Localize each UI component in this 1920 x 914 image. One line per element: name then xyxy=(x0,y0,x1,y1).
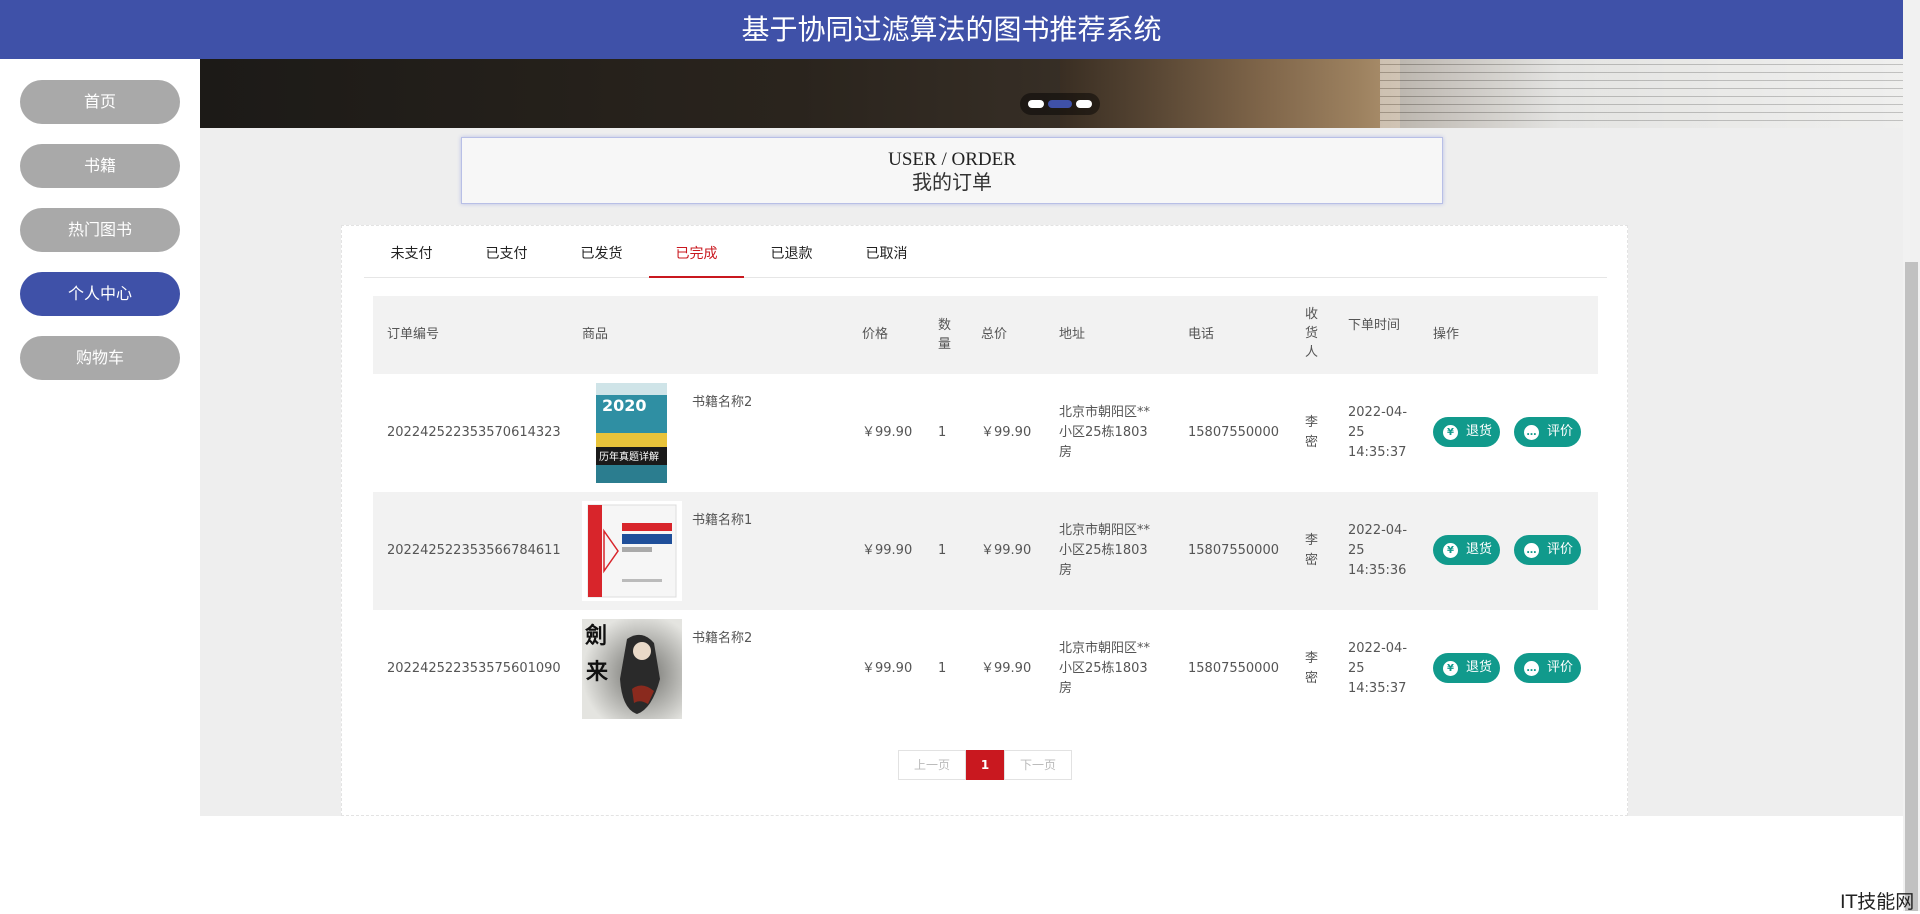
watermark-text: IT技能网 xyxy=(1840,891,1915,913)
app-header: 基于协同过滤算法的图书推荐系统 xyxy=(0,0,1903,59)
refund-label: 退货 xyxy=(1466,660,1493,675)
sidebar-item-hot-books[interactable]: 热门图书 xyxy=(20,208,180,252)
book-name[interactable]: 书籍名称2 xyxy=(692,629,752,649)
yen-icon: ¥ xyxy=(1443,425,1458,440)
order-panel: 未支付 已支付 已发货 已完成 已退款 已取消 订单编号 商品 价格 数量 总价… xyxy=(341,225,1628,816)
yen-icon: ¥ xyxy=(1443,543,1458,558)
review-label: 评价 xyxy=(1547,424,1574,439)
unit-price: ￥99.90 xyxy=(862,661,913,676)
header-receiver: 收货人 xyxy=(1305,307,1319,360)
scrollbar-thumb[interactable] xyxy=(1905,262,1918,911)
receiver-name: 李密 xyxy=(1305,415,1319,450)
next-page-button[interactable]: 下一页 xyxy=(1004,750,1072,780)
phone-number: 15807550000 xyxy=(1188,543,1279,558)
svg-text:历年真题详解: 历年真题详解 xyxy=(599,450,659,463)
page-title-en: USER / ORDER xyxy=(888,149,1016,170)
order-status-tabs: 未支付 已支付 已发货 已完成 已退款 已取消 xyxy=(364,238,1607,278)
review-label: 评价 xyxy=(1547,660,1574,675)
book-name[interactable]: 书籍名称1 xyxy=(692,511,752,531)
header-order-time: 下单时间 xyxy=(1348,318,1401,333)
chat-bubble-icon: … xyxy=(1524,543,1539,558)
receiver-name: 李密 xyxy=(1305,651,1319,686)
sidebar-item-books[interactable]: 书籍 xyxy=(20,144,180,188)
tab-paid[interactable]: 已支付 xyxy=(459,238,554,278)
receiver-name: 李密 xyxy=(1305,533,1319,568)
sidebar: 首页 书籍 热门图书 个人中心 购物车 xyxy=(0,59,200,911)
shipping-address: 北京市朝阳区**小区25栋1803房 xyxy=(1059,641,1151,696)
svg-text:劍: 劍 xyxy=(584,623,607,649)
chat-bubble-icon: … xyxy=(1524,661,1539,676)
total-price: ￥99.90 xyxy=(981,661,1032,676)
total-price: ￥99.90 xyxy=(981,425,1032,440)
tab-unpaid[interactable]: 未支付 xyxy=(364,238,459,278)
quantity: 1 xyxy=(938,543,947,558)
review-button[interactable]: … 评价 xyxy=(1514,417,1581,447)
header-qty: 数量 xyxy=(938,318,952,352)
yen-icon: ¥ xyxy=(1443,661,1458,676)
tab-completed[interactable]: 已完成 xyxy=(649,238,744,278)
carousel-dot-1[interactable] xyxy=(1028,100,1044,108)
shipping-address: 北京市朝阳区**小区25栋1803房 xyxy=(1059,405,1151,460)
book-cover-image[interactable]: 劍 来 xyxy=(582,619,682,719)
tab-refunded[interactable]: 已退款 xyxy=(744,238,839,278)
prev-page-button[interactable]: 上一页 xyxy=(898,750,966,780)
app-title: 基于协同过滤算法的图书推荐系统 xyxy=(741,14,1162,45)
svg-text:来: 来 xyxy=(585,659,609,685)
sidebar-item-home[interactable]: 首页 xyxy=(20,80,180,124)
shipping-address: 北京市朝阳区**小区25栋1803房 xyxy=(1059,523,1151,578)
review-button[interactable]: … 评价 xyxy=(1514,653,1581,683)
review-label: 评价 xyxy=(1547,542,1574,557)
table-row: 202242522353566784611 书籍名称1 ￥99.90 1 ￥99… xyxy=(373,492,1598,610)
carousel-indicators xyxy=(1020,93,1100,115)
review-button[interactable]: … 评价 xyxy=(1514,535,1581,565)
sidebar-item-personal-center[interactable]: 个人中心 xyxy=(20,272,180,316)
page-title: 我的订单 xyxy=(912,172,992,194)
banner-carousel xyxy=(200,59,1903,128)
chat-bubble-icon: … xyxy=(1524,425,1539,440)
order-number: 202242522353570614323 xyxy=(387,425,561,440)
table-row: 202242522353575601090 劍 来 书籍名称2 ￥99.90 1… xyxy=(373,610,1598,728)
book-cover-image[interactable] xyxy=(582,501,682,601)
carousel-dot-2[interactable] xyxy=(1048,100,1072,108)
table-row: 202242522353570614323 2020 历年真题详解 书籍名称2 … xyxy=(373,374,1598,492)
refund-label: 退货 xyxy=(1466,542,1493,557)
header-address: 地址 xyxy=(1059,327,1086,342)
refund-button[interactable]: ¥ 退货 xyxy=(1433,653,1500,683)
page-title-box: USER / ORDER 我的订单 xyxy=(461,137,1443,204)
sidebar-item-cart[interactable]: 购物车 xyxy=(20,336,180,380)
banner-image-sheet-music xyxy=(1380,59,1903,128)
header-total: 总价 xyxy=(981,327,1008,342)
svg-text:2020: 2020 xyxy=(602,396,647,415)
header-order-no: 订单编号 xyxy=(387,327,440,342)
book-cover-image[interactable]: 2020 历年真题详解 xyxy=(582,383,682,483)
order-number: 202242522353566784611 xyxy=(387,543,561,558)
quantity: 1 xyxy=(938,661,947,676)
header-product: 商品 xyxy=(582,327,609,342)
refund-button[interactable]: ¥ 退货 xyxy=(1433,417,1500,447)
book-name[interactable]: 书籍名称2 xyxy=(692,393,752,413)
phone-number: 15807550000 xyxy=(1188,425,1279,440)
order-time: 2022-04-25 14:35:37 xyxy=(1348,641,1408,696)
refund-label: 退货 xyxy=(1466,424,1493,439)
carousel-dot-3[interactable] xyxy=(1076,100,1092,108)
order-time: 2022-04-25 14:35:36 xyxy=(1348,523,1408,578)
header-operations: 操作 xyxy=(1433,327,1460,342)
tab-cancelled[interactable]: 已取消 xyxy=(839,238,934,278)
order-number: 202242522353575601090 xyxy=(387,661,561,676)
page-1-button[interactable]: 1 xyxy=(966,750,1004,780)
unit-price: ￥99.90 xyxy=(862,425,913,440)
table-header: 订单编号 商品 价格 数量 总价 地址 电话 收货人 下单时间 操作 xyxy=(373,296,1598,374)
quantity: 1 xyxy=(938,425,947,440)
total-price: ￥99.90 xyxy=(981,543,1032,558)
refund-button[interactable]: ¥ 退货 xyxy=(1433,535,1500,565)
order-time: 2022-04-25 14:35:37 xyxy=(1348,405,1408,460)
header-phone: 电话 xyxy=(1188,327,1215,342)
unit-price: ￥99.90 xyxy=(862,543,913,558)
header-price: 价格 xyxy=(862,327,889,342)
banner-image-wood xyxy=(1060,59,1400,128)
phone-number: 15807550000 xyxy=(1188,661,1279,676)
tab-shipped[interactable]: 已发货 xyxy=(554,238,649,278)
